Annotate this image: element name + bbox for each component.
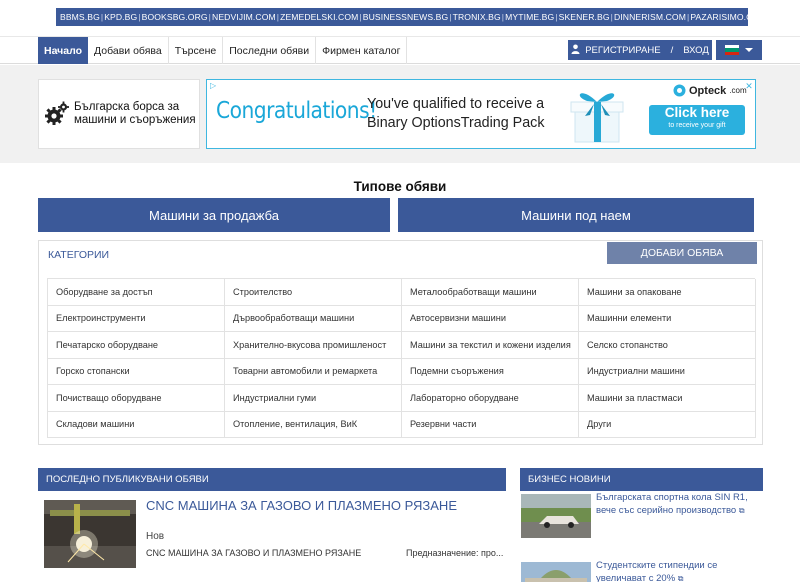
banner-ad[interactable]: ▷ ✕ Congratulations! You've qualified to… [206, 79, 756, 149]
ad-info-icon[interactable]: ▷ [210, 81, 216, 90]
listing-description: CNC МАШИНА ЗА ГАЗОВО И ПЛАЗМЕНО РЯЗАНЕ [146, 548, 362, 558]
logo-line-1: Българска борса за [74, 101, 180, 113]
ad-message-line-2: Binary OptionsTrading Pack [367, 115, 545, 131]
listing-condition: Нов [146, 531, 165, 542]
nav-home[interactable]: Начало [38, 37, 89, 64]
news-item-2-text: Студентските стипендии се увеличават с 2… [596, 560, 718, 582]
category-link[interactable]: Машини за опаковане [579, 279, 756, 306]
login-link[interactable]: ВХОД [683, 45, 709, 56]
main-nav: Начало Добави обява Търсене Последни обя… [0, 36, 800, 64]
machines-for-sale-button[interactable]: Машини за продажба [38, 198, 390, 232]
news-thumbnail[interactable] [521, 562, 591, 582]
category-link[interactable]: Металообработващи машини [402, 279, 579, 306]
bulgarian-flag-icon [725, 45, 739, 55]
ad-message: You've qualified to receive a Binary Opt… [367, 95, 544, 133]
separator: / [670, 44, 674, 56]
network-link[interactable]: TRONIX.BG [453, 12, 501, 22]
category-link[interactable]: Дървообработващи машини [225, 305, 402, 332]
external-link-icon: ⧉ [738, 506, 745, 515]
news-item-2[interactable]: Студентските стипендии се увеличават с 2… [596, 559, 766, 582]
category-link[interactable]: Почистващо оборудване [48, 385, 225, 412]
ad-cta-sub: to receive your gift [668, 122, 726, 129]
categories-grid: Оборудване за достъп Строителство Металооб… [47, 278, 756, 438]
network-link[interactable]: NEDVIJIM.COM [212, 12, 276, 22]
network-links: BBMS.BG | KPD.BG | BOOKSBG.ORG | NEDVIJIM.COM |… [56, 8, 748, 26]
header-band: Българска борса за машини и съоръжения ▷… [0, 65, 800, 163]
network-link[interactable]: MYTIME.BG [505, 12, 554, 22]
register-link[interactable]: РЕГИСТРИРАНЕ [585, 45, 660, 56]
category-link[interactable]: Подемни съоръжения [402, 358, 579, 385]
network-link[interactable]: SKENER.BG [559, 12, 610, 22]
category-link[interactable]: Автосервизни машини [402, 305, 579, 332]
news-thumbnail[interactable] [521, 494, 591, 538]
ad-brand-suffix: .com [729, 86, 747, 95]
category-link[interactable]: Индустриални гуми [225, 385, 402, 412]
business-news-header: БИЗНЕС НОВИНИ [520, 468, 763, 491]
category-link[interactable]: Машини за текстил и кожени изделия [402, 332, 579, 359]
nav-items: Начало Добави обява Търсене Последни обя… [38, 37, 408, 64]
listing-title[interactable]: CNC МАШИНА ЗА ГАЗОВО И ПЛАЗМЕНО РЯЗАНЕ [146, 499, 476, 513]
network-link[interactable]: KPD.BG [104, 12, 137, 22]
gift-box-icon [570, 93, 624, 143]
nav-add-ad[interactable]: Добави обява [88, 37, 169, 64]
listing-purpose: Предназначение: про... [406, 548, 504, 558]
category-link[interactable]: Електроинструменти [48, 305, 225, 332]
category-link[interactable]: Оборудване за достъп [48, 279, 225, 306]
category-link[interactable]: Отопление, вентилация, ВиК [225, 411, 402, 438]
language-selector[interactable] [716, 40, 762, 60]
user-icon [571, 44, 580, 57]
network-link[interactable]: PAZARISIMO.COM [690, 12, 748, 22]
gears-icon [45, 101, 69, 125]
network-link[interactable]: BOOKSBG.ORG [142, 12, 208, 22]
register-login-bar: РЕГИСТРИРАНЕ / ВХОД [568, 40, 712, 60]
category-link[interactable]: Селско стопанство [579, 332, 756, 359]
category-link[interactable]: Други [579, 411, 756, 438]
chevron-down-icon [745, 48, 753, 52]
network-link[interactable]: DINNERISM.COM [614, 12, 686, 22]
category-link[interactable]: Товарни автомобили и ремаркета [225, 358, 402, 385]
site-logo[interactable]: Българска борса за машини и съоръжения [38, 79, 200, 149]
category-link[interactable]: Индустриални машини [579, 358, 756, 385]
ad-cta-label: Click here [664, 105, 730, 120]
categories-title: КАТЕГОРИИ [48, 249, 110, 261]
category-link[interactable]: Резервни части [402, 411, 579, 438]
nav-company-catalog[interactable]: Фирмен каталог [316, 37, 408, 64]
network-link[interactable]: BUSINESSNEWS.BG [363, 12, 449, 22]
category-link[interactable]: Машинни елементи [579, 305, 756, 332]
category-link[interactable]: Печатарско оборудване [48, 332, 225, 359]
categories-panel: КАТЕГОРИИ ДОБАВИ ОБЯВА Оборудване за дос… [38, 240, 763, 445]
logo-text: Българска борса за машини и съоръжения [74, 101, 196, 127]
add-ad-button[interactable]: ДОБАВИ ОБЯВА [607, 242, 757, 264]
listing-thumbnail[interactable] [44, 500, 136, 568]
ad-brand: Opteck .com [673, 84, 747, 97]
brand-logo-icon [673, 84, 686, 97]
category-link[interactable]: Горско стопански [48, 358, 225, 385]
types-heading: Типове обяви [353, 179, 447, 194]
category-link[interactable]: Машини за пластмаси [579, 385, 756, 412]
latest-ads-header: ПОСЛЕДНО ПУБЛИКУВАНИ ОБЯВИ [38, 468, 506, 491]
ad-brand-name: Opteck [689, 84, 727, 97]
category-link[interactable]: Строителство [225, 279, 402, 306]
category-link[interactable]: Хранително-вкусова промишленост [225, 332, 402, 359]
ad-headline: Congratulations! [216, 98, 377, 124]
logo-line-2: машини и съоръжения [74, 114, 196, 126]
category-link[interactable]: Складови машини [48, 411, 225, 438]
category-link[interactable]: Лабораторно оборудване [402, 385, 579, 412]
ad-message-line-1: You've qualified to receive a [367, 96, 545, 112]
nav-latest-ads[interactable]: Последни обяви [223, 37, 317, 64]
machines-for-rent-button[interactable]: Машини под наем [398, 198, 754, 232]
news-item-1[interactable]: Българската спортна кола SIN R1, вече съ… [596, 491, 766, 517]
nav-search[interactable]: Търсене [169, 37, 224, 64]
network-bar: BBMS.BG | KPD.BG | BOOKSBG.ORG | NEDVIJIM.COM |… [0, 0, 800, 36]
news-item-1-text: Българската спортна кола SIN R1, вече съ… [596, 492, 748, 516]
external-link-icon: ⧉ [677, 574, 684, 582]
ad-cta-button[interactable]: Click here to receive your gift [649, 105, 745, 135]
network-link[interactable]: BBMS.BG [60, 12, 100, 22]
network-link[interactable]: ZEMEDELSKI.COM [280, 12, 358, 22]
